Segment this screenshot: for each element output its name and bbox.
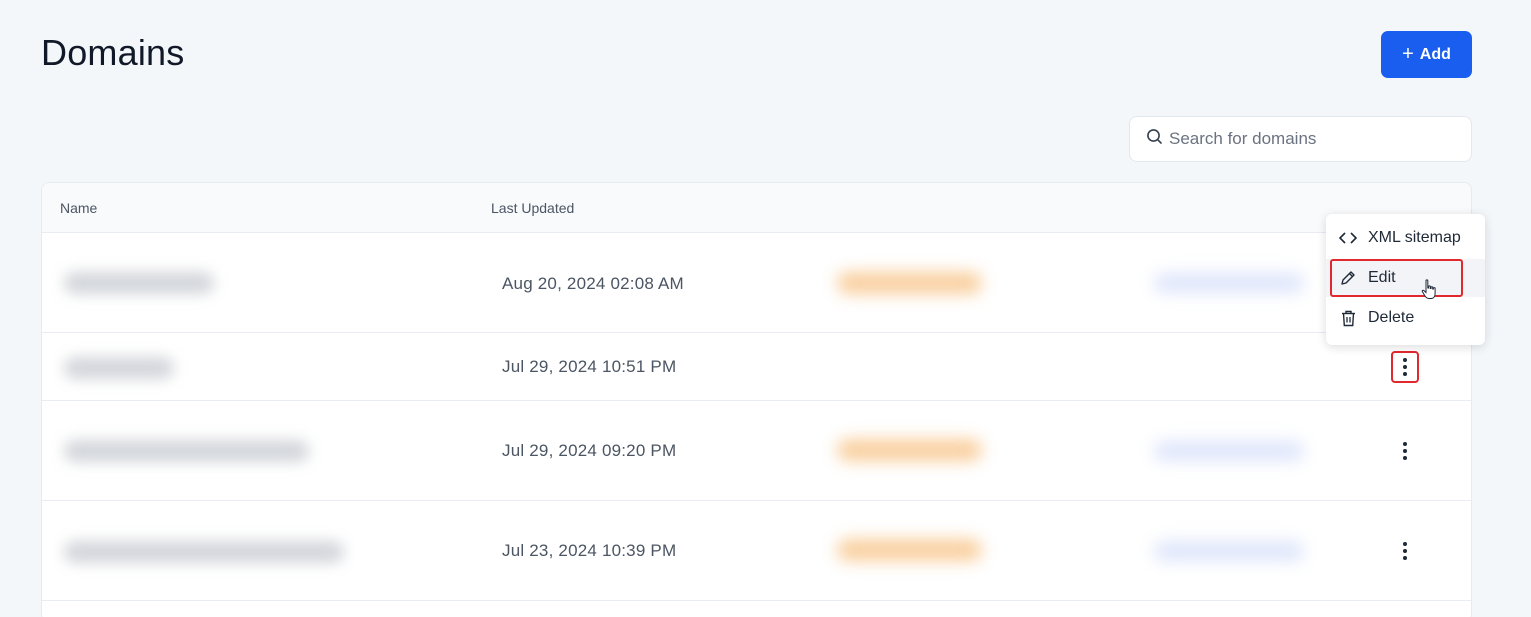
menu-item-delete[interactable]: Delete [1326,299,1485,337]
edit-highlight-box [1330,259,1463,297]
last-updated-cell: Jul 29, 2024 10:51 PM [502,357,677,376]
search-box[interactable] [1129,116,1472,162]
page-title: Domains [41,32,185,73]
row-actions-button[interactable] [1391,351,1419,383]
table-header: Name Last Updated [42,183,1471,233]
redacted-link [1154,541,1304,561]
hand-cursor-icon [1421,279,1437,306]
add-button-label: Add [1419,45,1451,63]
row-actions-button[interactable] [1391,435,1419,467]
domains-page: Domains + Add Name Last Updated Aug 20, … [0,0,1531,617]
table-row[interactable] [42,601,1471,617]
redacted-link [1154,441,1304,461]
menu-item-xml-sitemap[interactable]: XML sitemap [1326,219,1485,257]
last-updated-cell: Aug 20, 2024 02:08 AM [502,274,684,293]
plus-icon: + [1402,42,1414,65]
more-vertical-icon [1403,542,1407,560]
column-header-last-updated: Last Updated [491,200,575,216]
code-icon [1338,232,1358,244]
redacted-status-badge [837,439,982,461]
redacted-domain-name [64,440,309,462]
redacted-link [1154,273,1304,293]
table-row[interactable]: Jul 29, 2024 10:51 PM [42,333,1471,401]
more-vertical-icon [1403,442,1407,460]
menu-item-label: XML sitemap [1368,229,1461,246]
domains-table: Name Last Updated Aug 20, 2024 02:08 AM … [41,182,1472,617]
column-header-name: Name [60,200,98,216]
last-updated-cell: Jul 29, 2024 09:20 PM [502,441,677,460]
redacted-domain-name [64,272,214,294]
search-input[interactable] [1169,129,1459,149]
table-row[interactable]: Aug 20, 2024 02:08 AM [42,233,1471,333]
trash-icon [1338,310,1358,327]
row-actions-button[interactable] [1391,535,1419,567]
table-row[interactable]: Jul 29, 2024 09:20 PM [42,401,1471,501]
redacted-status-badge [837,272,982,294]
menu-item-label: Delete [1368,309,1415,326]
redacted-domain-name [64,357,174,379]
search-icon [1146,128,1163,150]
redacted-domain-name [64,541,344,563]
last-updated-cell: Jul 23, 2024 10:39 PM [502,541,677,560]
table-row[interactable]: Jul 23, 2024 10:39 PM [42,501,1471,601]
redacted-status-badge [837,539,982,561]
more-vertical-icon [1403,358,1407,376]
add-domain-button[interactable]: + Add [1381,31,1472,78]
